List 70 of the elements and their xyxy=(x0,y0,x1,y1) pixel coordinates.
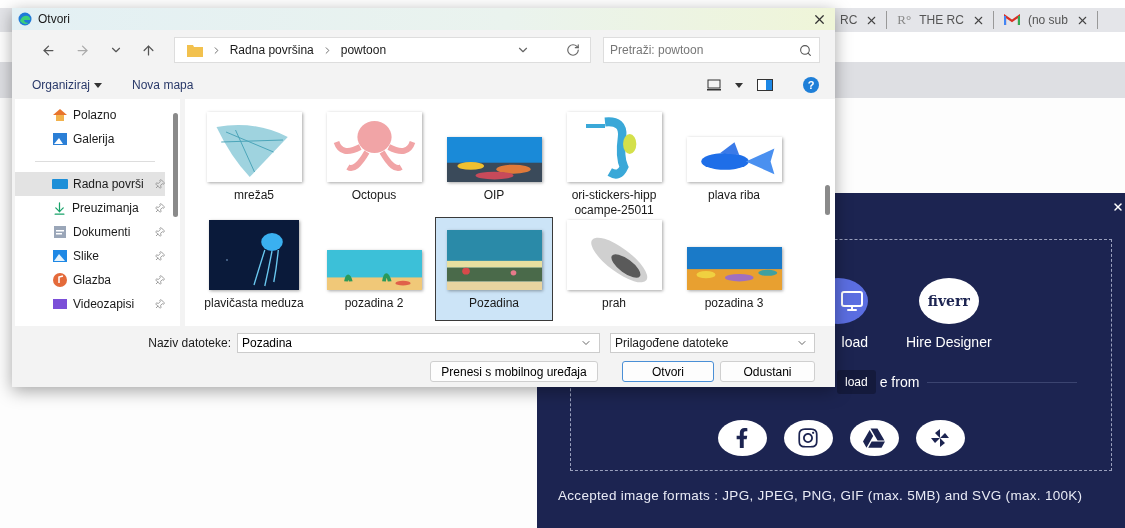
preview-pane-icon[interactable] xyxy=(757,79,773,91)
filename-field[interactable]: Pozadina xyxy=(237,333,600,353)
scroll-thumb[interactable] xyxy=(825,185,830,215)
dialog-button[interactable]: Odustani xyxy=(720,361,815,382)
file-item[interactable]: pozadina 2 xyxy=(315,217,433,321)
sidebar-item[interactable]: Radna površi xyxy=(15,172,165,196)
pictures-icon xyxy=(52,248,68,264)
sidebar-item[interactable]: Polazno xyxy=(15,103,165,127)
logo-icon xyxy=(18,12,32,26)
file-item[interactable]: plava riba xyxy=(675,109,793,213)
sidebar-item[interactable]: Preuzimanja xyxy=(15,196,165,220)
file-item[interactable]: prah xyxy=(555,217,673,321)
desktop-icon xyxy=(52,176,68,192)
view-icon[interactable] xyxy=(707,79,721,91)
organize-button[interactable]: Organiziraj xyxy=(32,78,103,92)
source-label: e from xyxy=(879,374,920,390)
scroll-thumb[interactable] xyxy=(173,113,178,217)
pinwheel-button[interactable] xyxy=(915,420,965,456)
new-folder-button[interactable]: Nova mapa xyxy=(132,78,194,92)
facebook-button[interactable] xyxy=(717,420,767,456)
sidebar-item[interactable]: Glazba xyxy=(15,268,165,292)
sidebar-item[interactable]: Galerija xyxy=(15,127,165,151)
home-icon xyxy=(52,107,68,123)
tooltip: load xyxy=(837,370,876,394)
gallery-icon xyxy=(52,131,68,147)
instagram-button[interactable] xyxy=(783,420,833,456)
file-item[interactable]: pozadina 3 xyxy=(675,217,793,321)
caret-icon[interactable] xyxy=(735,82,743,88)
sidebar-item[interactable]: Videozapisi xyxy=(15,292,165,316)
close-icon[interactable] xyxy=(1112,201,1124,213)
file-item[interactable]: Octopus xyxy=(315,109,433,213)
file-item[interactable]: Pozadina xyxy=(435,217,553,321)
help-button[interactable]: ? xyxy=(803,77,819,93)
search-field[interactable]: Pretraži: powtoon xyxy=(602,37,820,63)
monitor-icon xyxy=(840,289,864,313)
download-icon xyxy=(52,200,67,216)
instagram-icon xyxy=(797,427,819,449)
option-label: load xyxy=(841,334,868,350)
dialog-button[interactable]: Prenesi s mobilnog uređaja xyxy=(430,361,598,382)
breadcrumb-item[interactable]: powtoon xyxy=(340,43,387,57)
tab-title: RC xyxy=(840,13,858,27)
drive-button[interactable] xyxy=(849,420,899,456)
sidebar-item[interactable]: Dokumenti xyxy=(15,220,165,244)
formats-note: Accepted image formats : JPG, JPEG, PNG, GIF (max. 5MB) and SVG (max. 100K) xyxy=(558,488,1084,503)
filename-label: Naziv datoteke: xyxy=(148,336,231,350)
file-item[interactable]: mreža5 xyxy=(195,109,313,213)
option-label: Hire Designer xyxy=(906,334,992,350)
dialog-button[interactable]: Otvori xyxy=(622,361,714,382)
tab-title: THE RC xyxy=(919,13,964,27)
music-icon xyxy=(52,272,68,288)
search-icon xyxy=(798,43,812,57)
pinwheel-icon xyxy=(929,427,951,449)
address-bar[interactable]: Radna površina powtoon xyxy=(173,37,591,63)
window-title: Otvori xyxy=(38,12,71,26)
file-type-dropdown[interactable]: Prilagođene datoteke xyxy=(610,333,815,353)
hire-designer-button[interactable]: fiverr xyxy=(918,278,979,324)
site-icon: R° xyxy=(897,12,912,28)
file-item[interactable]: OIP xyxy=(435,109,553,213)
logo: fiverr xyxy=(927,293,970,309)
document-icon xyxy=(52,224,68,240)
tab-title: (no sub xyxy=(1027,13,1068,27)
mail-icon xyxy=(1003,14,1020,26)
video-icon xyxy=(52,296,68,312)
drive-icon xyxy=(863,427,885,449)
refresh-icon[interactable] xyxy=(565,43,580,57)
folder-icon xyxy=(186,43,203,57)
file-item[interactable]: plavičasta meduza xyxy=(195,217,313,321)
caret-icon xyxy=(94,82,103,88)
sidebar-item[interactable]: Slike xyxy=(15,244,165,268)
breadcrumb-item[interactable]: Radna površina xyxy=(229,43,314,57)
